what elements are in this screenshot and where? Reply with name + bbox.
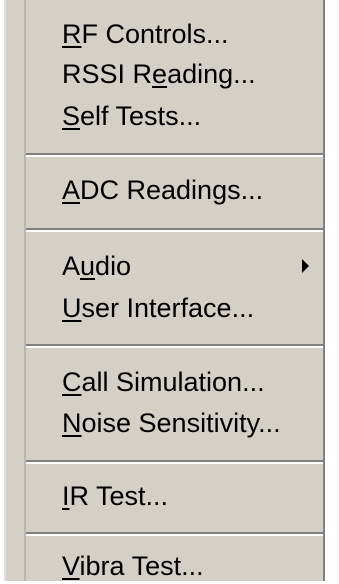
menu-item-ir-test[interactable]: IR Test... [0,478,323,514]
menu-item-label: IR Test... [62,481,169,511]
context-menu: RF Controls... RSSI Reading... Self Test… [0,0,339,581]
menu-item-adc-readings[interactable]: ADC Readings... [0,172,323,208]
menu-item-call-simulation[interactable]: Call Simulation... [0,364,323,400]
menu-item-label: Noise Sensitivity... [62,408,281,438]
menu-item-label: RF Controls... [62,19,229,49]
submenu-arrow-icon [302,259,309,273]
menu-item-rf-controls[interactable]: RF Controls... [0,16,323,52]
menu-item-label: Audio [62,251,132,281]
menu-separator [26,532,323,536]
menu-item-noise-sensitivity[interactable]: Noise Sensitivity... [0,405,323,441]
menu-separator [26,228,323,232]
menu-separator [26,460,323,464]
menu-separator [26,344,323,348]
menu-item-rssi-reading[interactable]: RSSI Reading... [0,56,323,92]
menu-item-label: Vibra Test... [62,551,204,581]
menu-item-label: Self Tests... [62,101,202,131]
menu-item-vibra-test[interactable]: Vibra Test... [0,548,323,584]
menu-item-self-tests[interactable]: Self Tests... [0,98,323,134]
menu-separator [26,153,323,157]
menu-item-label: Call Simulation... [62,367,265,397]
right-margin [325,0,339,581]
menu-item-label: RSSI Reading... [62,59,256,89]
menu-item-label: ADC Readings... [62,175,264,205]
menu-item-label: User Interface... [62,293,255,323]
menu-item-user-interface[interactable]: User Interface... [0,290,323,326]
menu-item-audio[interactable]: Audio [0,248,323,284]
